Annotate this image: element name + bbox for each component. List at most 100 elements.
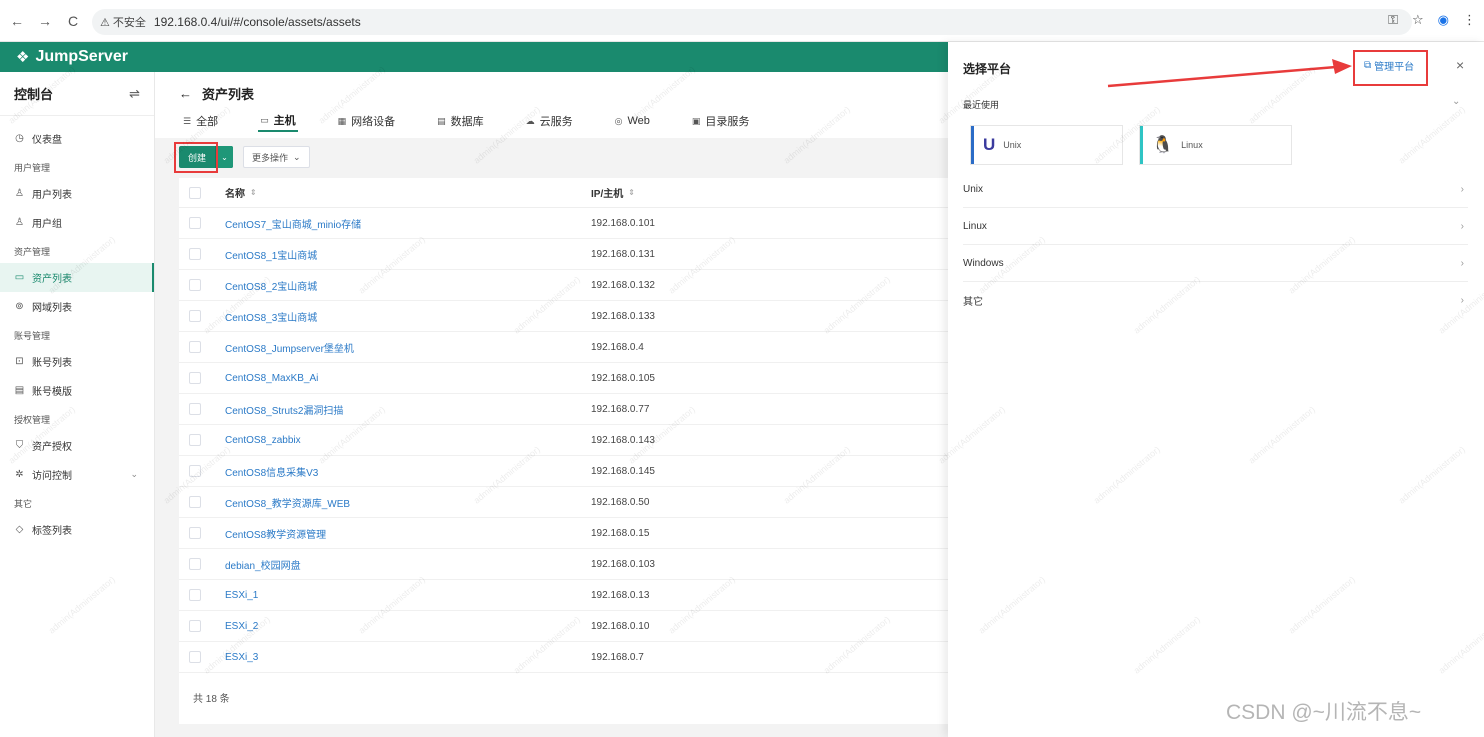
browser-menu-icon[interactable]: ⋮ — [1463, 12, 1476, 28]
sidebar-item-label: 资产授权 — [32, 442, 72, 453]
asset-name-link[interactable]: ESXi_2 — [225, 621, 591, 632]
platform-card-unix[interactable]: U Unix — [970, 125, 1123, 165]
manage-platform-link[interactable]: ⧉ 管理平台 — [1364, 58, 1414, 73]
sidebar-item-account-template[interactable]: ▤ 账号模版 — [0, 376, 154, 405]
asset-ip: 192.168.0.143 — [591, 434, 655, 446]
asset-ip: 192.168.0.133 — [591, 310, 655, 322]
reload-icon[interactable]: C — [62, 13, 84, 29]
row-checkbox[interactable] — [189, 279, 201, 291]
asset-name-link[interactable]: CentOS7_宝山商城_minio存储 — [225, 216, 591, 231]
switch-view-icon[interactable]: ⇌ — [129, 86, 140, 102]
table-row[interactable]: CentOS8信息采集V3 192.168.0.145 — [179, 456, 948, 487]
table-row[interactable]: CentOS8_Struts2漏洞扫描 192.168.0.77 — [179, 394, 948, 425]
sidebar-item-asset-perm[interactable]: ⛉ 资产授权 — [0, 431, 154, 460]
table-row[interactable]: CentOS8_教学资源库_WEB 192.168.0.50 — [179, 487, 948, 518]
asset-name-link[interactable]: CentOS8_Struts2漏洞扫描 — [225, 402, 591, 417]
platform-name: Linux — [1181, 140, 1203, 150]
asset-name-link[interactable]: CentOS8_3宝山商城 — [225, 309, 591, 324]
table-row[interactable]: CentOS8_2宝山商城 192.168.0.132 — [179, 270, 948, 301]
table-body: CentOS7_宝山商城_minio存储 192.168.0.101 CentOS8… — [179, 208, 948, 673]
category-windows[interactable]: Windows › — [963, 245, 1468, 282]
asset-name-link[interactable]: CentOS8_教学资源库_WEB — [225, 495, 591, 510]
row-checkbox[interactable] — [189, 310, 201, 322]
app-logo[interactable]: ❖ JumpServer — [16, 48, 128, 66]
asset-name-link[interactable]: CentOS8_MaxKB_Ai — [225, 373, 591, 384]
sort-icon[interactable]: ⇕ — [250, 188, 257, 197]
sidebar-item-user-group[interactable]: ♙ 用户组 — [0, 208, 154, 237]
row-checkbox[interactable] — [189, 434, 201, 446]
sidebar-item-user-list[interactable]: ♙ 用户列表 — [0, 179, 154, 208]
page-header: ← 资产列表 ☰ 全部 ▭ 主机 ▦ 网络设备 ▤ 数据库 ☁ 云服务 ◎ Web ▣ 目录服… — [155, 72, 948, 138]
sidebar-item-label-list[interactable]: ◇ 标签列表 — [0, 515, 154, 544]
bookmark-star-icon[interactable]: ☆ — [1412, 12, 1424, 28]
row-checkbox[interactable] — [189, 372, 201, 384]
asset-name-link[interactable]: ESXi_1 — [225, 590, 591, 601]
address-bar[interactable]: ⚠ 不安全 192.168.0.4/ui/#/console/assets/as… — [92, 9, 1412, 35]
category-unix[interactable]: Unix › — [963, 171, 1468, 208]
more-actions-button[interactable]: 更多操作 ⌄ — [243, 146, 310, 168]
sidebar-item-dashboard[interactable]: ◷ 仪表盘 — [0, 124, 154, 153]
table-row[interactable]: CentOS7_宝山商城_minio存储 192.168.0.101 — [179, 208, 948, 239]
asset-name-link[interactable]: CentOS8_Jumpserver堡垒机 — [225, 340, 591, 355]
table-row[interactable]: ESXi_2 192.168.0.10 — [179, 611, 948, 642]
row-checkbox[interactable] — [189, 651, 201, 663]
table-row[interactable]: CentOS8_3宝山商城 192.168.0.133 — [179, 301, 948, 332]
row-checkbox[interactable] — [189, 403, 201, 415]
asset-name-link[interactable]: CentOS8信息采集V3 — [225, 464, 591, 479]
tab-web[interactable]: ◎ Web — [613, 110, 652, 132]
category-linux[interactable]: Linux › — [963, 208, 1468, 245]
tab-network[interactable]: ▦ 网络设备 — [336, 110, 398, 132]
asset-name-link[interactable]: CentOS8教学资源管理 — [225, 526, 591, 541]
table-row[interactable]: CentOS8_Jumpserver堡垒机 192.168.0.4 — [179, 332, 948, 363]
row-checkbox[interactable] — [189, 341, 201, 353]
monitor-icon: ▭ — [14, 272, 25, 283]
app-header: ❖ JumpServer — [0, 42, 948, 72]
platform-card-linux[interactable]: 🐧 Linux — [1139, 125, 1292, 165]
sidebar-item-asset-list[interactable]: ▭ 资产列表 — [0, 263, 154, 292]
close-icon[interactable]: × — [1456, 57, 1464, 73]
insecure-badge[interactable]: ⚠ 不安全 — [100, 14, 146, 30]
asset-name-link[interactable]: CentOS8_zabbix — [225, 435, 591, 446]
row-checkbox[interactable] — [189, 465, 201, 477]
table-row[interactable]: CentOS8_1宝山商城 192.168.0.131 — [179, 239, 948, 270]
tab-host[interactable]: ▭ 主机 — [258, 110, 298, 132]
sidebar-item-account-list[interactable]: ⊡ 账号列表 — [0, 347, 154, 376]
asset-name-link[interactable]: ESXi_3 — [225, 652, 591, 663]
chevron-down-icon[interactable]: ⌄ — [1452, 96, 1460, 107]
back-icon[interactable]: ← — [6, 13, 28, 29]
column-ip[interactable]: IP/主机 ⇕ — [591, 185, 891, 200]
row-checkbox[interactable] — [189, 248, 201, 260]
row-checkbox[interactable] — [189, 620, 201, 632]
sidebar-item-access-control[interactable]: ✲ 访问控制 ⌄ — [0, 460, 154, 489]
tab-directory[interactable]: ▣ 目录服务 — [690, 110, 752, 132]
sidebar-item-domain-list[interactable]: ⊚ 网域列表 — [0, 292, 154, 321]
back-arrow-icon[interactable]: ← — [179, 86, 192, 101]
asset-name-link[interactable]: CentOS8_2宝山商城 — [225, 278, 591, 293]
category-other[interactable]: 其它 › — [963, 282, 1468, 319]
row-checkbox[interactable] — [189, 589, 201, 601]
asset-name-link[interactable]: debian_校园网盘 — [225, 557, 591, 572]
table-row[interactable]: debian_校园网盘 192.168.0.103 — [179, 549, 948, 580]
row-checkbox[interactable] — [189, 558, 201, 570]
row-checkbox[interactable] — [189, 527, 201, 539]
password-key-icon[interactable]: ⚿ — [1388, 12, 1398, 28]
row-checkbox[interactable] — [189, 217, 201, 229]
table-row[interactable]: CentOS8_zabbix 192.168.0.143 — [179, 425, 948, 456]
sort-icon[interactable]: ⇕ — [628, 188, 635, 197]
asset-name-link[interactable]: CentOS8_1宝山商城 — [225, 247, 591, 262]
table-row[interactable]: CentOS8教学资源管理 192.168.0.15 — [179, 518, 948, 549]
row-checkbox[interactable] — [189, 496, 201, 508]
select-all-checkbox[interactable] — [189, 186, 201, 199]
table-row[interactable]: ESXi_3 192.168.0.7 — [179, 642, 948, 673]
column-name[interactable]: 名称 ⇕ — [225, 185, 591, 200]
tab-all[interactable]: ☰ 全部 — [181, 110, 220, 132]
tab-database[interactable]: ▤ 数据库 — [435, 110, 486, 132]
table-row[interactable]: CentOS8_MaxKB_Ai 192.168.0.105 — [179, 363, 948, 394]
tab-cloud[interactable]: ☁ 云服务 — [524, 110, 575, 132]
table-row[interactable]: ESXi_1 192.168.0.13 — [179, 580, 948, 611]
forward-icon[interactable]: → — [34, 13, 56, 29]
sidebar-item-label: 用户列表 — [32, 190, 72, 201]
tab-label: 主机 — [273, 115, 296, 127]
profile-icon[interactable]: ◉ — [1438, 12, 1449, 28]
gear-icon: ✲ — [15, 469, 24, 480]
